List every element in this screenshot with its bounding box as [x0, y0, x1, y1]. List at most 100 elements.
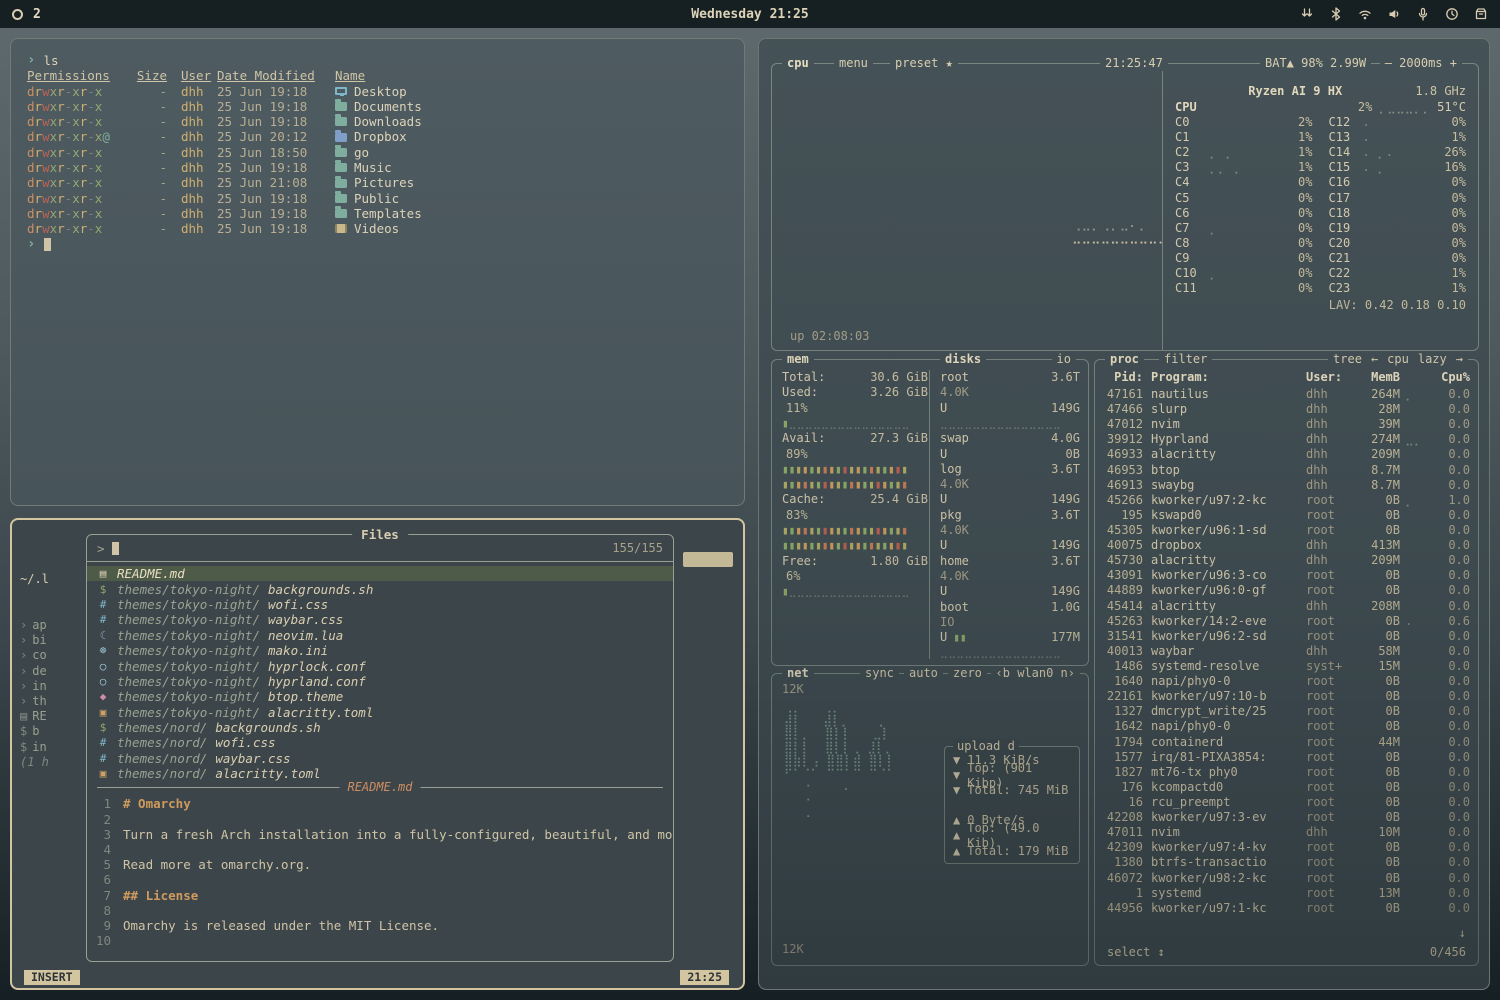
picker-file-item[interactable]: #themes/tokyo-night/wofi.css [87, 597, 673, 612]
picker-file-item[interactable]: $themes/nord/backgrounds.sh [87, 720, 673, 735]
inbox-icon[interactable] [1474, 7, 1488, 21]
bluetooth-icon[interactable] [1329, 7, 1343, 21]
process-row[interactable]: 45414alacrittydhh208M0.0 [1105, 599, 1470, 614]
picker-file-item[interactable]: #themes/tokyo-night/waybar.css [87, 612, 673, 627]
picker-file-item[interactable]: ▣themes/nord/alacritty.toml [87, 766, 673, 781]
process-row[interactable]: 47161nautilusdhh264M⡀0.0 [1105, 387, 1470, 402]
tree-item[interactable]: ›de [20, 664, 84, 679]
microphone-icon[interactable] [1416, 7, 1430, 21]
process-row[interactable]: 45305kworker/u96:1-sdroot0B0.0 [1105, 523, 1470, 538]
proc-select-hint[interactable]: select ↕ [1107, 945, 1165, 960]
process-row[interactable]: 47466slurpdhh28M0.0 [1105, 402, 1470, 417]
proc-header-cpu[interactable]: Cpu% [1430, 370, 1470, 385]
tab-proc[interactable]: proc [1110, 352, 1139, 366]
picker-file-item[interactable]: ▤README.md [87, 566, 673, 581]
process-row[interactable]: 46072kworker/u98:2-kcroot0B0.0 [1105, 871, 1470, 886]
picker-file-item[interactable]: #themes/nord/wofi.css [87, 735, 673, 750]
process-row[interactable]: 40075dropboxdhh413M0.0 [1105, 538, 1470, 553]
scroll-down-hint[interactable]: ↓ [1459, 926, 1466, 941]
proc-sort-right-arrow[interactable]: → [1456, 352, 1463, 367]
process-row[interactable]: 46953btopdhh8.7M0.0 [1105, 463, 1470, 478]
tab-net[interactable]: net [787, 666, 809, 680]
process-row[interactable]: 45730alacrittydhh209M0.0 [1105, 553, 1470, 568]
tree-item[interactable]: ▤RE [20, 709, 84, 724]
process-row[interactable]: 1327dmcrypt_write/25root0B0.0 [1105, 704, 1470, 719]
process-row[interactable]: 1380btrfs-transactioroot0B0.0 [1105, 855, 1470, 870]
process-row[interactable]: 44956kworker/u97:1-kcroot0B0.0 [1105, 901, 1470, 916]
preset-button[interactable]: preset ★ [890, 56, 958, 71]
tree-item[interactable]: ›bi [20, 633, 84, 648]
tab-mem[interactable]: mem [787, 352, 809, 366]
updates-icon[interactable] [1300, 7, 1314, 21]
proc-filter-button[interactable]: filter [1159, 352, 1212, 367]
clock-icon[interactable] [1445, 7, 1459, 21]
process-row[interactable]: 22161kworker/u97:10-broot0B0.0 [1105, 689, 1470, 704]
proc-tree-button[interactable]: tree [1333, 352, 1362, 367]
process-row[interactable]: 1827mt76-tx phy0root0B0.0 [1105, 765, 1470, 780]
volume-icon[interactable] [1387, 7, 1401, 21]
tree-item[interactable]: $b [20, 724, 84, 739]
picker-file-item[interactable]: #themes/nord/waybar.css [87, 751, 673, 766]
proc-sort-cpu[interactable]: cpu [1387, 352, 1409, 367]
net-zero-button[interactable]: zero [948, 666, 987, 681]
proc-sort-left-arrow[interactable]: ← [1371, 352, 1378, 367]
preview-line: 1# Omarchy [87, 796, 673, 811]
wifi-icon[interactable] [1358, 7, 1372, 21]
proc-header-user[interactable]: User: [1306, 370, 1356, 385]
picker-file-item[interactable]: ○themes/tokyo-night/hyprlock.conf [87, 658, 673, 673]
tree-item[interactable]: ›th [20, 694, 84, 709]
picker-file-item[interactable]: ◆themes/tokyo-night/btop.theme [87, 689, 673, 704]
process-row[interactable]: 43091kworker/u96:3-coroot0B0.0 [1105, 568, 1470, 583]
process-row[interactable]: 16rcu_preemptroot0B0.0 [1105, 795, 1470, 810]
process-row[interactable]: 1642napi/phy0-0root0B0.0 [1105, 719, 1470, 734]
proc-sort-lazy[interactable]: lazy [1418, 352, 1447, 367]
workspace-indicator[interactable]: 2 [33, 7, 41, 22]
interval-minus-button[interactable]: — [1385, 56, 1392, 70]
tree-item[interactable]: $in [20, 740, 84, 755]
process-row[interactable]: 40013waybardhh58M0.0 [1105, 644, 1470, 659]
process-row[interactable]: 39912Hyprlanddhh274M⣀⡀0.0 [1105, 432, 1470, 447]
picker-file-item[interactable]: ☾themes/tokyo-night/neovim.lua [87, 628, 673, 643]
net-sync-button[interactable]: sync [860, 666, 899, 681]
process-row[interactable]: 45266kworker/u97:2-kcroot0B⡀1.0 [1105, 493, 1470, 508]
process-row[interactable]: 1systemdroot13M0.0 [1105, 886, 1470, 901]
proc-header-pid[interactable]: Pid: [1105, 370, 1151, 385]
tree-item[interactable]: ›co [20, 648, 84, 663]
process-row[interactable]: 46933alacrittydhh209M0.0 [1105, 447, 1470, 462]
net-auto-button[interactable]: auto [904, 666, 943, 681]
process-row[interactable]: 44889kworker/u96:0-gfroot0B0.0 [1105, 583, 1470, 598]
net-interface-selector[interactable]: ‹b wlan0 n› [991, 666, 1080, 681]
process-row[interactable]: 45263kworker/14:2-everoot0B.0.6 [1105, 614, 1470, 629]
process-row[interactable]: 42309kworker/u97:4-kvroot0B0.0 [1105, 840, 1470, 855]
process-row[interactable]: 47011nvimdhh10M0.0 [1105, 825, 1470, 840]
file-permissions: drwxr-xr-x [27, 84, 131, 99]
disks-label[interactable]: disks [945, 352, 981, 366]
process-row[interactable]: 1577irq/81-PIXA3854:root0B0.0 [1105, 750, 1470, 765]
process-row[interactable]: 46913swaybgdhh8.7M0.0 [1105, 478, 1470, 493]
process-row[interactable]: 47012nvimdhh39M0.0 [1105, 417, 1470, 432]
process-row[interactable]: 42208kworker/u97:3-evroot0B0.0 [1105, 810, 1470, 825]
process-row[interactable]: 176kcompactd0root0B0.0 [1105, 780, 1470, 795]
proc-program: nvim [1151, 825, 1306, 840]
process-row[interactable]: 31541kworker/u96:2-sdroot0B0.0 [1105, 629, 1470, 644]
app-indicator-icon[interactable] [12, 9, 23, 20]
picker-file-item[interactable]: ☸themes/tokyo-night/mako.ini [87, 643, 673, 658]
process-row[interactable]: 195kswapd0root0B0.0 [1105, 508, 1470, 523]
scrollbar-thumb[interactable] [683, 552, 733, 567]
process-row[interactable]: 1640napi/phy0-0root0B0.0 [1105, 674, 1470, 689]
interval-plus-button[interactable]: + [1450, 56, 1457, 70]
picker-file-item[interactable]: ▣themes/tokyo-night/alacritty.toml [87, 705, 673, 720]
tree-item[interactable]: ›ap [20, 618, 84, 633]
tree-item[interactable]: ›in [20, 679, 84, 694]
process-row[interactable]: 1794containerdroot44M0.0 [1105, 735, 1470, 750]
io-mode-button[interactable]: io [1052, 352, 1076, 367]
proc-header-memb[interactable]: MemB [1356, 370, 1400, 385]
process-row[interactable]: 1486systemd-resolvesyst+15M0.0 [1105, 659, 1470, 674]
menu-button[interactable]: menu [834, 56, 873, 71]
proc-header-program[interactable]: Program: [1151, 370, 1306, 385]
picker-file-item[interactable]: $themes/tokyo-night/backgrounds.sh [87, 581, 673, 596]
tree-root[interactable]: ~/.l [20, 572, 84, 587]
tree-item[interactable]: (1 h [20, 755, 84, 770]
picker-file-item[interactable]: ○themes/tokyo-night/hyprland.conf [87, 674, 673, 689]
tab-cpu[interactable]: cpu [787, 56, 809, 70]
